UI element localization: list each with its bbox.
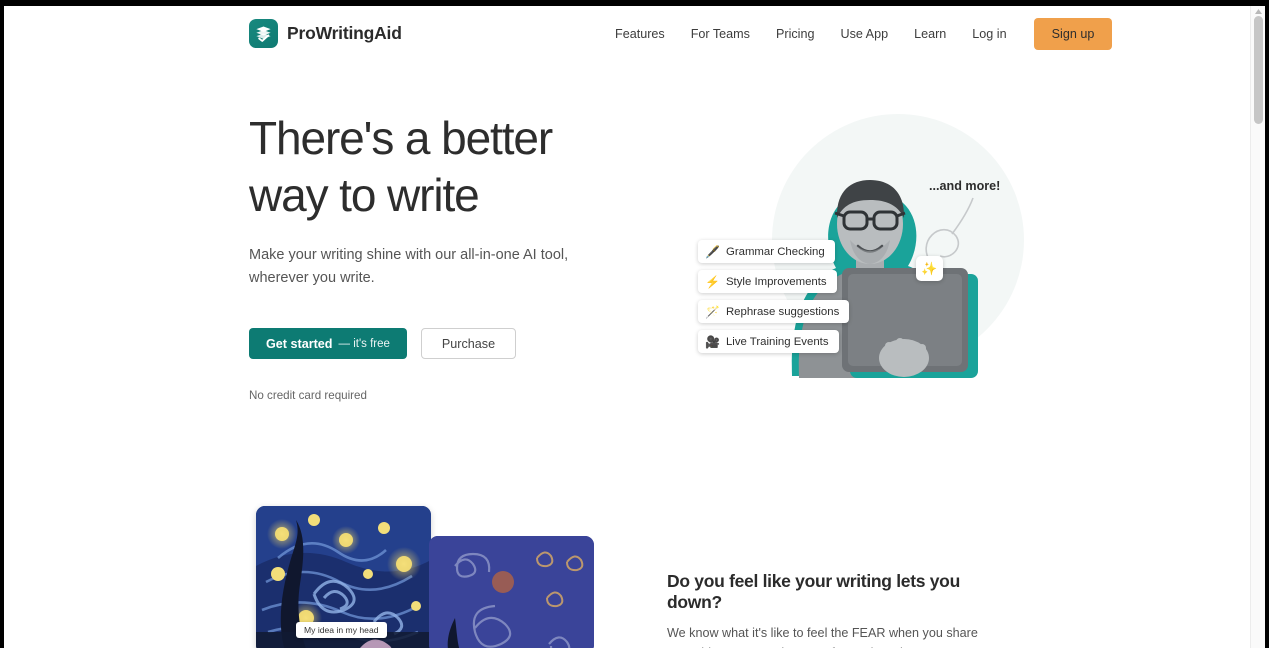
book-pages-icon (249, 19, 278, 48)
wand-icon: 🪄 (705, 304, 720, 319)
hero-subtitle: Make your writing shine with our all-in-… (249, 247, 569, 286)
scrollbar-thumb[interactable] (1254, 16, 1263, 124)
idea-in-my-head-label: My idea in my head (296, 622, 387, 638)
no-credit-card-note: No credit card required (249, 389, 367, 402)
nav-item-log-in[interactable]: Log in (959, 21, 1019, 47)
sparkles-icon: ✨ (916, 256, 943, 281)
hero-title-line-1: There's a better (249, 112, 553, 164)
feature-pill-grammar-checking[interactable]: 🖋️ Grammar Checking (698, 240, 835, 263)
and-more-label: ...and more! (929, 179, 1001, 193)
pen-icon: 🖋️ (705, 244, 720, 259)
lower-section-title: Do you feel like your writing lets you d… (667, 571, 960, 612)
feature-pill-style-improvements[interactable]: ⚡ Style Improvements (698, 270, 837, 293)
hero-title: There's a better way to write (249, 110, 649, 224)
camera-icon: 🎥 (705, 334, 720, 349)
vertical-scrollbar[interactable] (1250, 6, 1265, 648)
get-started-note: — it's free (338, 337, 390, 350)
sign-up-button[interactable]: Sign up (1033, 18, 1113, 50)
brand-name: ProWritingAid (287, 23, 402, 43)
feature-pill-live-training-events[interactable]: 🎥 Live Training Events (698, 330, 839, 353)
get-started-button[interactable]: Get started — it's free (249, 328, 407, 359)
hero-section: There's a better way to write Make your … (249, 110, 649, 402)
browser-viewport: ProWritingAid Features For Teams Pricing… (4, 6, 1265, 648)
feature-pill-label: Live Training Events (725, 335, 829, 348)
brand-logo-link[interactable]: ProWritingAid (249, 19, 402, 48)
feature-pill-rephrase-suggestions[interactable]: 🪄 Rephrase suggestions (698, 300, 850, 323)
feature-pill-label: Grammar Checking (725, 245, 825, 258)
purchase-button[interactable]: Purchase (420, 328, 517, 359)
lower-section-paragraph: We know what it's like to feel the FEAR … (667, 626, 996, 648)
get-started-label: Get started (266, 336, 333, 351)
feature-pill-label: Rephrase suggestions (725, 305, 840, 318)
nav-item-for-teams[interactable]: For Teams (678, 21, 763, 47)
hero-title-line-2: way to write (249, 169, 480, 221)
hero-cta-row: Get started — it's free Purchase (249, 328, 649, 359)
nav-item-pricing[interactable]: Pricing (763, 21, 828, 47)
nav-item-learn[interactable]: Learn (901, 21, 959, 47)
lower-text-section: Do you feel like your writing lets you d… (667, 571, 1012, 648)
nav-item-use-app[interactable]: Use App (827, 21, 901, 47)
site-header: ProWritingAid Features For Teams Pricing… (4, 6, 1250, 62)
bolt-icon: ⚡ (705, 274, 720, 289)
scroll-up-arrow-icon[interactable] (1255, 9, 1262, 14)
crude-sketch-panel (429, 536, 594, 648)
nav-item-features[interactable]: Features (602, 21, 678, 47)
main-navigation: Features For Teams Pricing Use App Learn… (602, 6, 1113, 62)
hero-illustration: ...and more! ✨ 🖋️ Grammar Checking ⚡ Sty… (664, 106, 1024, 396)
feature-pill-label: Style Improvements (725, 275, 827, 288)
